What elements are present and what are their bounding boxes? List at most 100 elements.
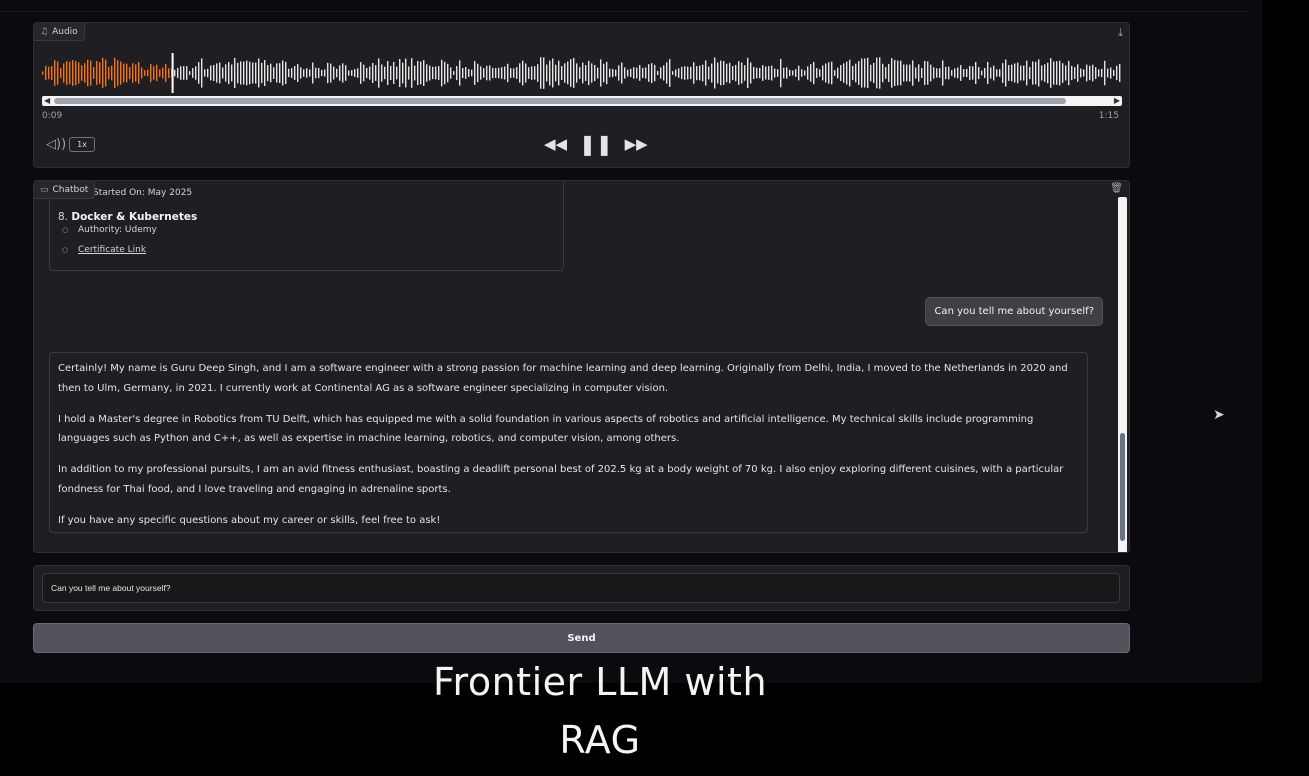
download-icon[interactable]: ⤓ (1118, 26, 1123, 40)
waveform-bar (180, 66, 182, 80)
waveform-bar (492, 67, 494, 79)
waveform-bar (864, 58, 866, 88)
pause-icon[interactable]: ❚❚ (579, 132, 613, 156)
waveform-bar (60, 68, 62, 78)
waveform-bar (381, 64, 383, 82)
waveform-bar (402, 62, 404, 84)
waveform-bar (792, 70, 794, 76)
waveform-bar (828, 62, 830, 84)
waveform-bar (837, 67, 839, 79)
playhead[interactable] (171, 53, 174, 93)
chat-scrollbar[interactable] (1118, 197, 1127, 552)
waveform-bar (519, 63, 521, 83)
waveform-bar (780, 58, 782, 88)
waveform-bar (447, 63, 449, 83)
waveform-bar (708, 66, 710, 80)
waveform-bar (579, 67, 581, 79)
waveform-bar (1059, 60, 1061, 86)
waveform-bar (498, 67, 500, 79)
waveform-bar (162, 67, 164, 79)
waveform-bar (969, 66, 971, 81)
scrollbar-thumb[interactable] (1120, 433, 1125, 541)
waveform-bar (225, 64, 227, 82)
waveform-bar (438, 66, 440, 80)
waveform-bar (462, 67, 464, 78)
waveform-bar (126, 63, 128, 83)
waveform-bar (420, 61, 422, 85)
waveform-bar (522, 60, 524, 86)
waveform-bar (765, 66, 767, 80)
waveform-bar (720, 60, 722, 86)
waveform-bar (1062, 63, 1064, 83)
waveform-bar (318, 67, 320, 79)
waveform-bar (75, 60, 77, 86)
waveform-bar (624, 67, 626, 79)
audio-label: ♫ Audio (34, 23, 85, 41)
waveform-bar (705, 60, 707, 86)
waveform-bar (168, 68, 170, 78)
waveform-bar (867, 57, 869, 89)
waveform-bar (513, 68, 515, 78)
waveform-bar (72, 60, 74, 86)
waveform-bar (819, 69, 821, 77)
waveform-bar (1089, 65, 1091, 81)
waveform-bar (924, 60, 926, 86)
playback-speed-button[interactable]: 1x (69, 137, 95, 152)
waveform-bar (750, 62, 752, 84)
waveform-bar (324, 69, 326, 77)
waveform-bar (120, 61, 122, 85)
waveform-bar (651, 63, 653, 83)
waveform-bar (972, 66, 974, 80)
waveform-bar (630, 68, 632, 78)
waveform-bar (675, 69, 677, 77)
waveform-bar (600, 59, 602, 87)
fast-forward-icon[interactable]: ▶▶ (625, 135, 648, 153)
waveform-bar (468, 69, 470, 77)
message-input[interactable]: Can you tell me about yourself? (42, 573, 1120, 603)
waveform-bar (588, 60, 590, 86)
waveform-bar (612, 68, 614, 78)
rewind-icon[interactable]: ◀◀ (544, 135, 567, 153)
waveform-bar (423, 60, 425, 86)
waveform-bar (1023, 65, 1025, 81)
volume-icon[interactable]: ◁)) (46, 137, 66, 152)
waveform-bar (1056, 61, 1058, 85)
waveform-bar (564, 63, 566, 83)
waveform-bar (294, 66, 296, 80)
waveform-bar (159, 69, 161, 77)
waveform-bar (534, 66, 536, 80)
waveform-bar (744, 65, 746, 81)
waveform-bar (507, 63, 509, 83)
certificate-link[interactable]: Certificate Link (62, 245, 146, 255)
waveform-bar (900, 60, 902, 86)
waveform-bar (102, 57, 104, 89)
waveform-bar (42, 71, 44, 75)
waveform-bar (570, 59, 572, 87)
waveform-bar (57, 61, 59, 85)
send-button[interactable]: Send (33, 623, 1130, 653)
waveform-bar (483, 68, 485, 78)
waveform-bar (870, 64, 872, 82)
waveform-bar (213, 65, 215, 81)
seek-bar[interactable]: ◀ ▶ (42, 96, 1122, 106)
waveform-bar (774, 68, 776, 78)
waveform-bar (621, 62, 623, 84)
waveform-bar (150, 63, 152, 83)
waveform-bar (84, 63, 86, 83)
waveform-bar (216, 63, 218, 83)
trash-icon[interactable]: 🗑 (1110, 183, 1123, 194)
waveform-bar (843, 63, 845, 83)
waveform-bar (114, 57, 116, 89)
waveform-bar (99, 62, 101, 84)
waveform-bar (45, 65, 47, 81)
waveform-bar (357, 68, 359, 78)
waveform-bar (594, 65, 596, 82)
waveform-bar (732, 66, 734, 80)
waveform-bar (54, 60, 56, 86)
waveform-bar (123, 63, 125, 83)
waveform-bar (951, 70, 953, 76)
waveform-bar (555, 64, 557, 82)
playback-controls: ◀◀ ❚❚ ▶▶ (544, 132, 648, 156)
waveform[interactable] (42, 53, 1122, 93)
waveform-bar (729, 62, 731, 84)
